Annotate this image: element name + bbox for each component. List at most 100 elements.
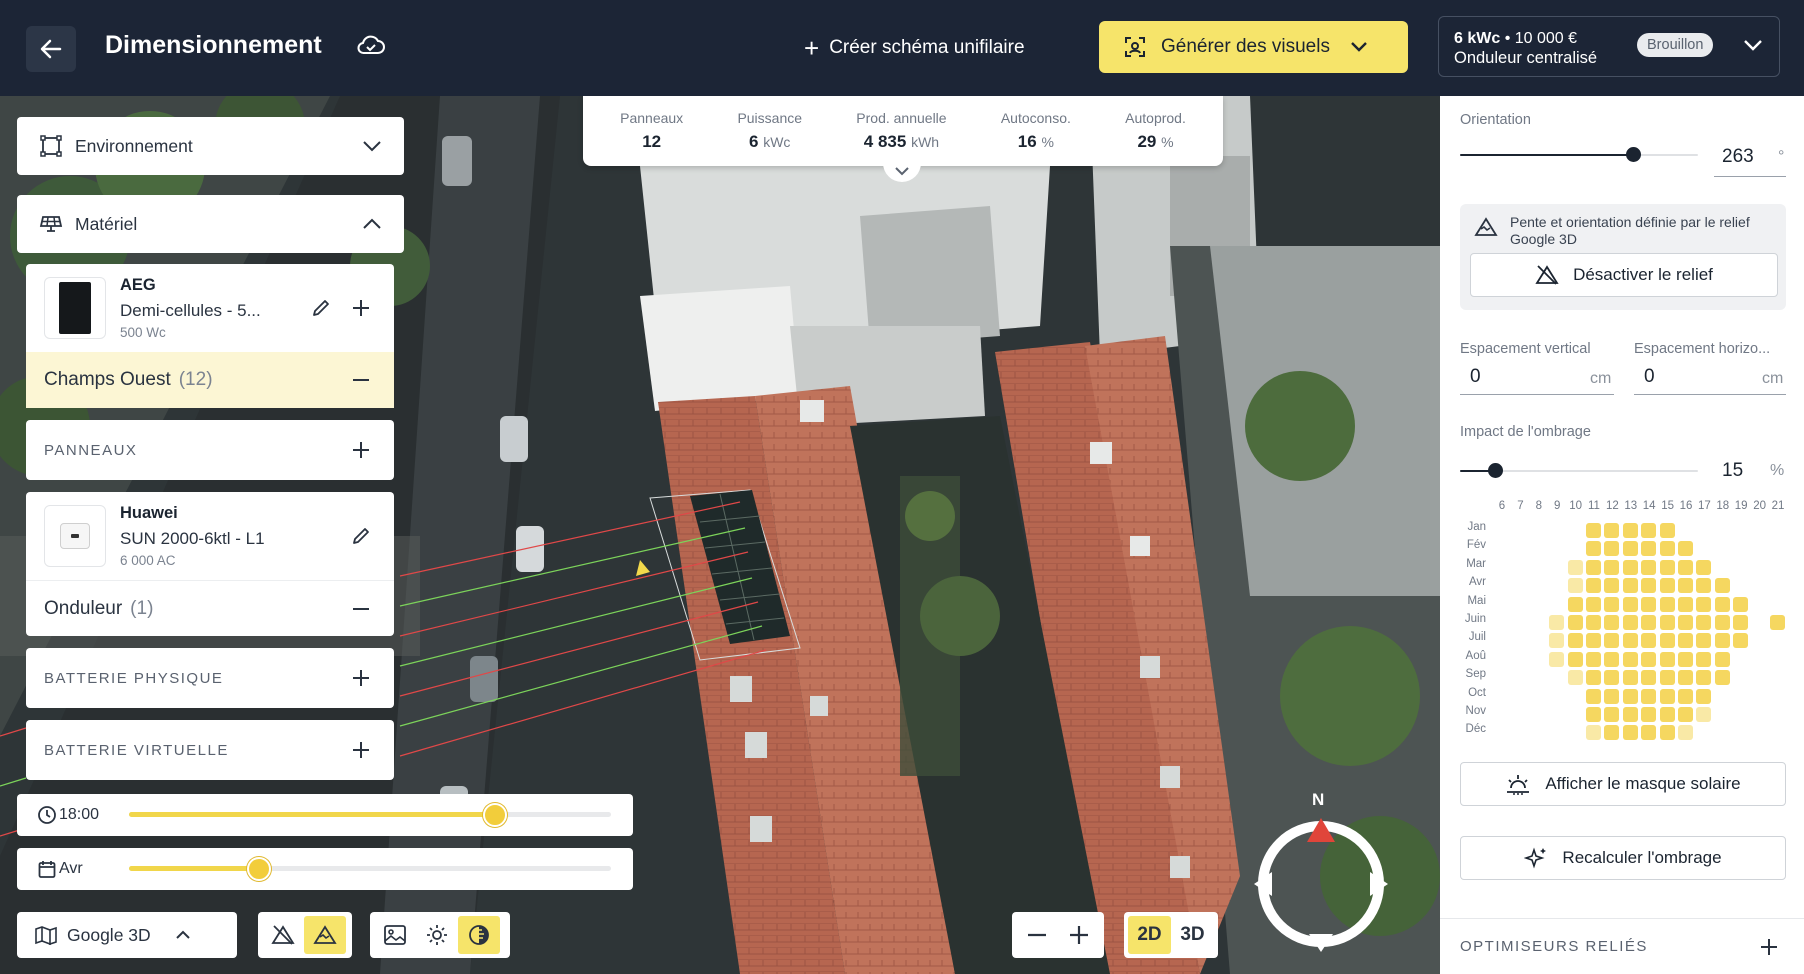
heatmap-cell — [1641, 523, 1657, 538]
chevron-down-icon — [895, 167, 909, 176]
time-slider[interactable]: 18:00 — [17, 794, 633, 836]
heatmap-cell — [1641, 707, 1657, 722]
environment-accordion[interactable]: Environnement — [17, 117, 404, 175]
collapse-field-button[interactable] — [346, 365, 376, 395]
heatmap-cell — [1641, 633, 1657, 649]
heatmap-cell — [1696, 596, 1712, 612]
field-group-count: (12) — [178, 369, 213, 390]
heatmap-cell — [1696, 707, 1712, 722]
zoom-in-button[interactable] — [1058, 916, 1100, 954]
view-mode-dropdown[interactable]: Google 3D — [21, 925, 205, 946]
minus-icon — [1028, 933, 1046, 937]
project-power: 6 kWc — [1454, 30, 1501, 47]
heatmap-cell — [1678, 725, 1693, 741]
heatmap-cell — [1641, 651, 1657, 667]
inverter-group-name: Onduleur — [44, 597, 123, 619]
view-mode-selector[interactable]: Google 3D — [17, 912, 237, 958]
sun-tool[interactable] — [416, 916, 458, 954]
heatmap-cell — [1641, 688, 1657, 704]
panels-section-label: PANNEAUX — [44, 441, 138, 459]
show-solar-mask-button[interactable]: Afficher le masque solaire — [1460, 762, 1786, 806]
material-accordion[interactable]: Matériel — [17, 195, 404, 253]
field-group-row[interactable]: Champs Ouest (12) — [26, 352, 394, 408]
heatmap-hour-label: 19 — [1734, 500, 1748, 512]
heatmap-cell — [1714, 578, 1730, 594]
heatmap-month-label: Déc — [1465, 723, 1486, 736]
shading-tool[interactable] — [458, 916, 500, 954]
heatmap-cell — [1641, 541, 1657, 557]
heatmap-hour-label: 17 — [1697, 500, 1711, 512]
heatmap-cell — [1604, 651, 1620, 667]
month-slider[interactable]: Avr — [17, 848, 633, 890]
imagery-tool[interactable] — [374, 916, 416, 954]
back-button[interactable] — [26, 26, 76, 72]
project-selector[interactable]: 6 kWc • 10 000 € Onduleur centralisé Bro… — [1438, 16, 1780, 77]
panels-section-row: PANNEAUX — [26, 420, 394, 480]
stat-number: 12 — [642, 132, 662, 151]
heatmap-cell — [1586, 688, 1601, 704]
relief-on-tool[interactable] — [304, 916, 346, 954]
add-battery-physical-button[interactable] — [346, 663, 376, 693]
compass[interactable]: N — [1238, 784, 1404, 974]
linked-optimizers-row: OPTIMISEURS RELIÉS — [1440, 918, 1804, 974]
cloud-sync-icon — [356, 34, 386, 63]
terrain-off-icon — [271, 925, 295, 945]
environment-header[interactable]: Environnement — [17, 117, 404, 175]
inverter-thumbnail — [44, 505, 106, 567]
inverter-power: 6 000 AC — [120, 553, 176, 568]
view-2d-button[interactable]: 2D — [1128, 916, 1171, 954]
heatmap-cell — [1622, 670, 1638, 686]
zoom-out-button[interactable] — [1016, 916, 1058, 954]
edit-inverter-button[interactable] — [346, 521, 376, 551]
display-tools — [370, 912, 510, 958]
heatmap-month-label: Aoû — [1465, 649, 1486, 662]
heatmap-cell — [1696, 633, 1712, 649]
heatmap-cell — [1567, 578, 1583, 594]
heatmap-hour-label: 6 — [1498, 500, 1506, 512]
material-header[interactable]: Matériel — [17, 195, 404, 253]
heatmap-cell — [1586, 615, 1601, 630]
arrow-left-icon — [40, 39, 62, 59]
heatmap-cell — [1678, 596, 1693, 612]
stats-bar: Panneaux 12 Puissance 6 kWc Prod. annuel… — [583, 96, 1223, 166]
inverter-group-row[interactable]: Onduleur (1) — [26, 580, 394, 636]
time-knob[interactable] — [483, 803, 508, 827]
sparkles-icon — [1524, 847, 1547, 869]
properties-panel: Orientation 263 ° Pente et orientation d… — [1440, 96, 1804, 974]
edit-panel-button[interactable] — [306, 293, 336, 323]
heatmap-cell — [1659, 651, 1675, 667]
add-optimizer-button[interactable] — [1754, 932, 1784, 962]
add-panels-button[interactable] — [346, 435, 376, 465]
view-3d-button[interactable]: 3D — [1171, 916, 1214, 954]
view-mode-label: Google 3D — [67, 924, 151, 945]
heatmap-cell — [1659, 670, 1675, 686]
heatmap-cell — [1622, 651, 1638, 667]
inverter-item: Huawei SUN 2000-6ktl - L1 6 000 AC — [26, 492, 394, 580]
battery-physical-row: BATTERIE PHYSIQUE — [26, 648, 394, 708]
stat-panels: Panneaux 12 — [620, 110, 683, 152]
heatmap-cell — [1622, 578, 1638, 594]
relief-off-tool[interactable] — [262, 916, 304, 954]
recalculate-shading-button[interactable]: Recalculer l'ombrage — [1460, 836, 1786, 880]
heatmap-cell — [1622, 633, 1638, 649]
heatmap-cell — [1604, 670, 1620, 686]
chevron-down-icon — [1744, 40, 1762, 51]
pencil-icon — [313, 300, 329, 316]
heatmap-cell — [1604, 523, 1620, 538]
map-viewport[interactable]: Panneaux 12 Puissance 6 kWc Prod. annuel… — [0, 96, 1440, 974]
heatmap-cell — [1604, 725, 1620, 741]
chevron-up-icon — [175, 930, 190, 939]
month-knob[interactable] — [247, 857, 272, 881]
heatmap-cell — [1641, 670, 1657, 686]
stat-value: 4 835 kWh — [856, 132, 946, 152]
time-value: 18:00 — [59, 806, 100, 823]
heatmap-cell — [1678, 559, 1693, 575]
heatmap-cell — [1641, 578, 1657, 594]
material-label: Matériel — [75, 213, 138, 234]
plus-icon — [353, 442, 369, 458]
add-battery-virtual-button[interactable] — [346, 735, 376, 765]
add-panel-button[interactable] — [346, 293, 376, 323]
generate-visuals-button[interactable]: Générer des visuels — [1099, 21, 1408, 73]
create-schema-button[interactable]: + Créer schéma unifilaire — [804, 30, 1025, 66]
collapse-inverter-button[interactable] — [346, 594, 376, 624]
